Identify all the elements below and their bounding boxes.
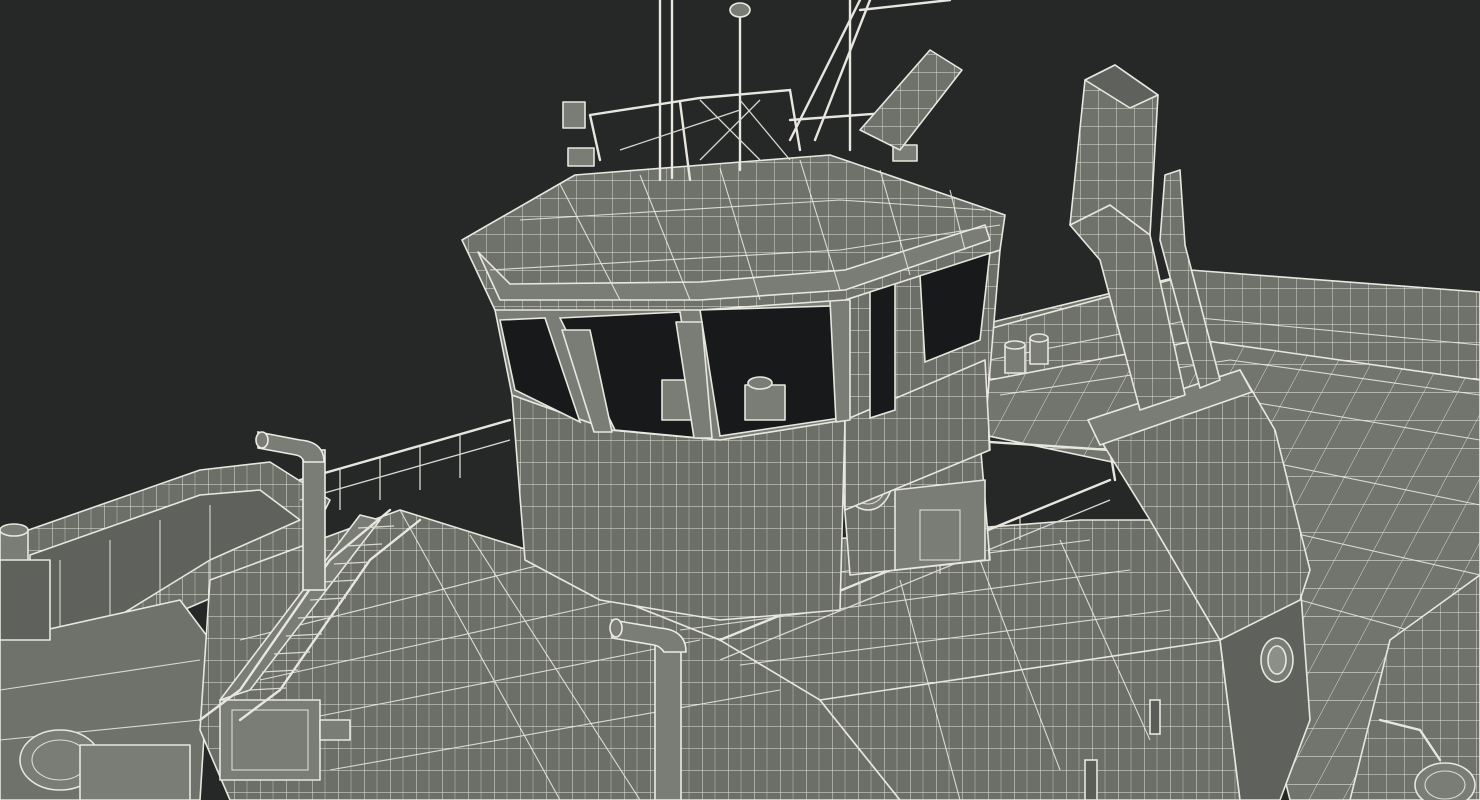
wireframe-boat-scene (0, 0, 1480, 800)
render-viewport (0, 0, 1480, 800)
radar-mast (562, 0, 963, 182)
porthole (1260, 637, 1294, 683)
